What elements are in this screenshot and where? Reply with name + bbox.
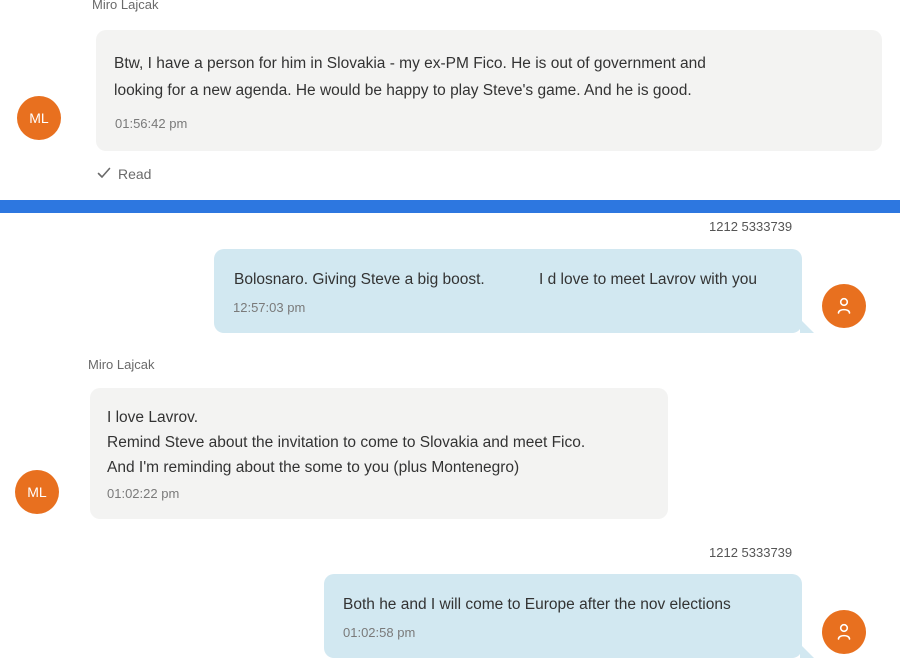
outgoing-message: Both he and I will come to Europe after … [324,574,814,658]
outgoing-message: Bolosnaro. Giving Steve a big boost. I d… [214,249,814,333]
incoming-message: I love Lavrov. Remind Steve about the in… [90,388,668,519]
sender-name: Miro Lajcak [92,0,159,12]
checkmark-icon [97,166,111,182]
sender-phone: 1212 5333739 [709,219,793,234]
user-icon [836,297,852,315]
message-time: 01:02:22 pm [107,486,180,501]
avatar-initials: ML [27,484,47,500]
screenshot-divider [0,200,900,213]
read-label: Read [118,166,152,182]
avatar-initials: ML [29,110,49,126]
avatar[interactable]: ML [17,96,61,140]
message-line: Btw, I have a person for him in Slovakia… [114,55,706,72]
avatar[interactable] [822,610,866,654]
message-time: 01:02:58 pm [343,625,416,640]
message-time: 01:56:42 pm [115,116,188,131]
avatar[interactable]: ML [15,470,59,514]
sender-name: Miro Lajcak [88,357,155,372]
message-line: I love Lavrov. [107,409,199,426]
message-text: Bolosnaro. Giving Steve a big boost. [234,271,485,288]
user-icon [836,623,852,641]
message-line: looking for a new agenda. He would be ha… [114,82,692,99]
incoming-message: Btw, I have a person for him in Slovakia… [96,30,882,151]
message-time: 12:57:03 pm [233,300,306,315]
read-status: Read [97,166,151,182]
message-text: I d love to meet Lavrov with you [539,271,757,288]
sender-phone: 1212 5333739 [709,545,793,560]
message-line: Remind Steve about the invitation to com… [107,434,586,451]
avatar[interactable] [822,284,866,328]
message-line: And I'm reminding about the some to you … [107,459,520,476]
message-text: Both he and I will come to Europe after … [343,596,731,613]
